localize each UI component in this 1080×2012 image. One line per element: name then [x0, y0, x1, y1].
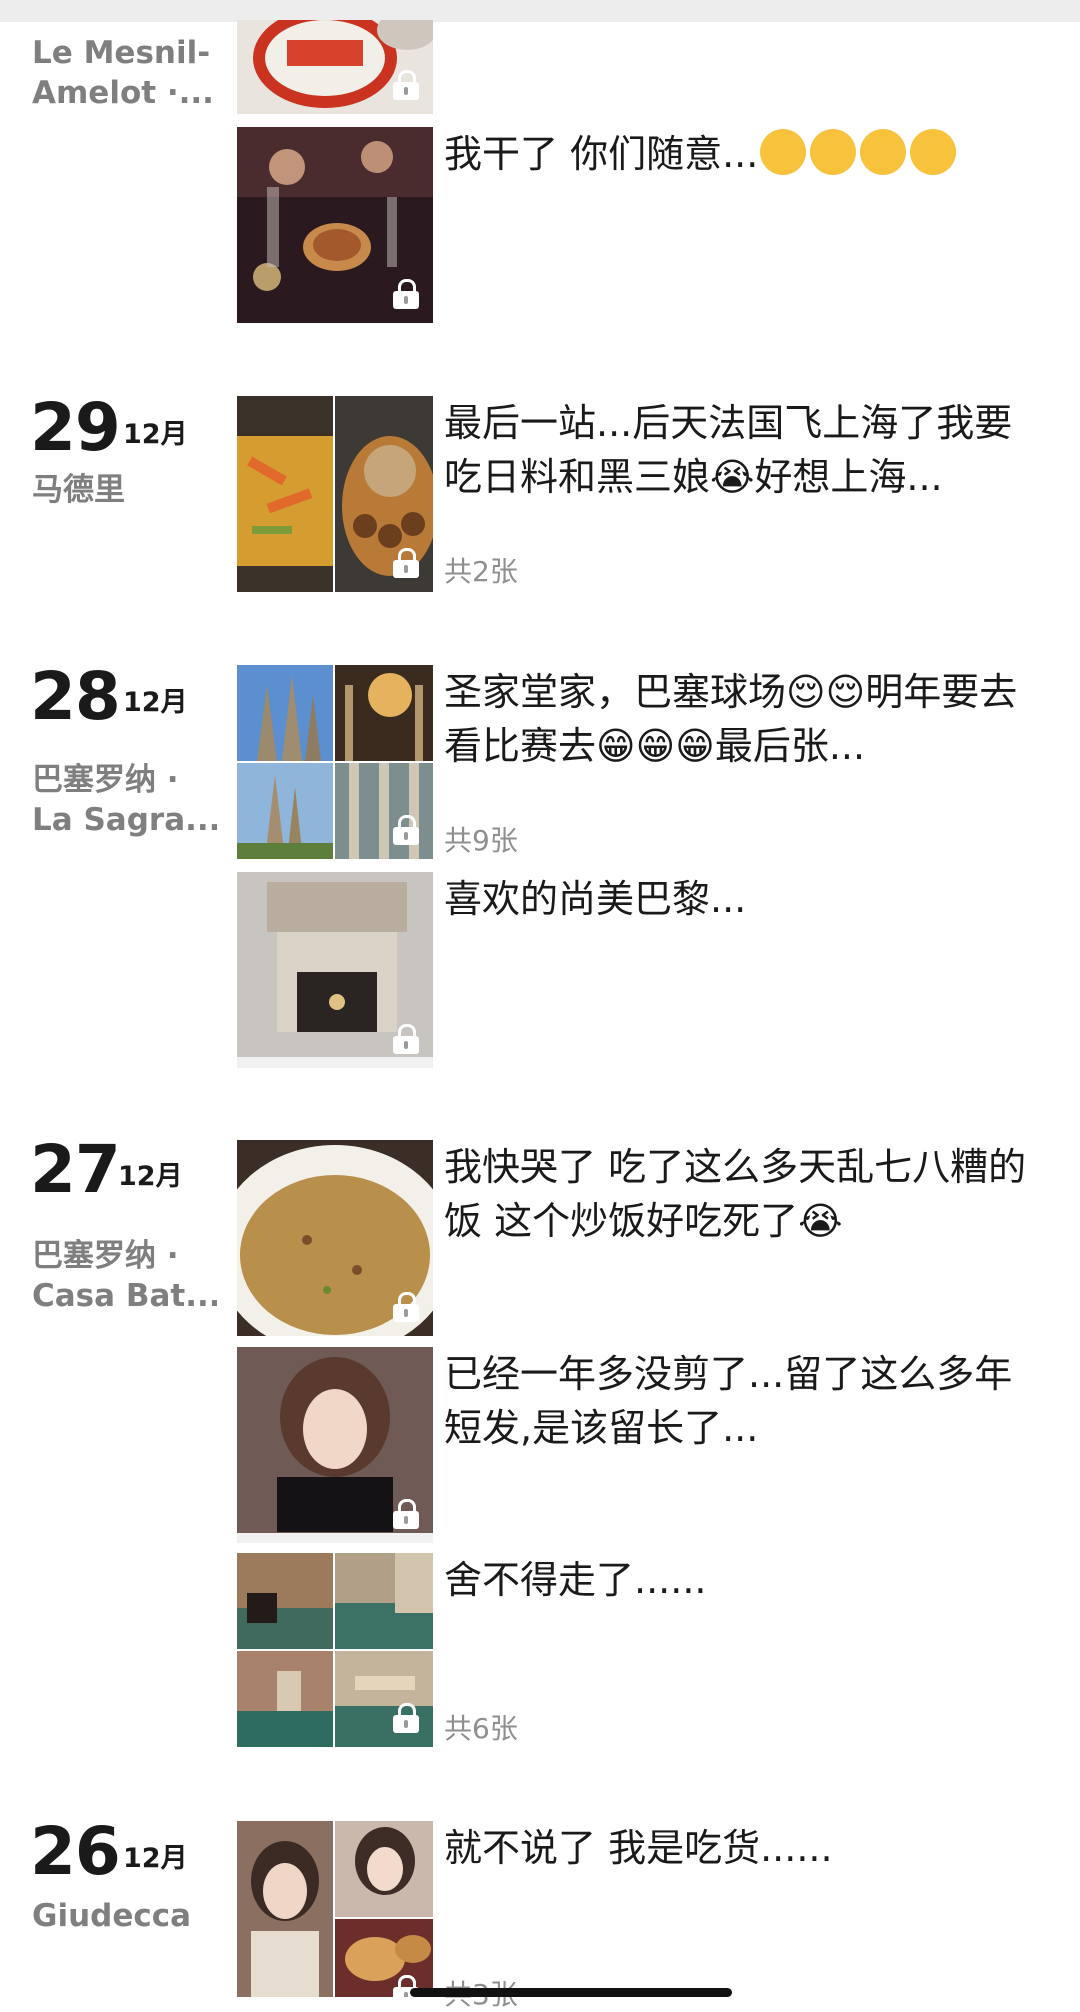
lock-icon [393, 1292, 419, 1322]
post-text[interactable]: 舍不得走了...... [444, 1553, 1044, 1607]
portrait-photo [237, 1821, 333, 1997]
entry-location: 巴塞罗纳 · La Sagra... [32, 760, 217, 840]
venice-photo [237, 1553, 333, 1649]
entry-location: Le Mesnil- Amelot ·... [32, 33, 217, 113]
photo-thumbnail[interactable] [237, 1651, 333, 1747]
lock-icon [393, 1499, 419, 1529]
entry-location: 巴塞罗纳 · Casa Bat... [32, 1236, 217, 1316]
post-text[interactable]: 我快哭了 吃了这么多天乱七八糟的饭 这个炒饭好吃死了😭 [444, 1140, 1044, 1248]
entry-month: 12月 [118, 1161, 183, 1192]
blush-emoji-icon [910, 129, 957, 175]
interior-photo [335, 665, 433, 761]
top-bar [0, 0, 1080, 22]
blush-emoji-icon [860, 129, 907, 175]
location-line-1: Le Mesnil- [32, 35, 211, 71]
lock-icon [393, 548, 419, 578]
curry-photo [237, 396, 333, 592]
post-text[interactable]: 我干了 你们随意... [444, 127, 1044, 181]
entry-month: 12月 [123, 419, 188, 450]
photo-thumbnail[interactable] [237, 763, 333, 859]
entry-day: 29 [30, 389, 121, 466]
photo-thumbnail-cup-noodles[interactable] [237, 20, 433, 114]
lock-icon [393, 1703, 419, 1733]
photo-thumbnail[interactable] [237, 872, 433, 1068]
photo-thumbnail[interactable] [335, 1919, 433, 1997]
photo-count: 共9张 [444, 824, 518, 857]
photo-thumbnail[interactable] [237, 1347, 433, 1543]
post-text[interactable]: 最后一站...后天法国飞上海了我要吃日料和黑三娘😭好想上海... [444, 396, 1044, 504]
photo-thumbnail[interactable] [335, 1821, 433, 1917]
lock-icon [393, 279, 419, 309]
location-line-2: Casa Bat... [32, 1278, 217, 1314]
lock-icon [393, 1024, 419, 1054]
lock-icon [393, 70, 419, 100]
entry-location: 马德里 [32, 472, 125, 508]
post-text[interactable]: 已经一年多没剪了...留了这么多年短发,是该留长了... [444, 1347, 1044, 1455]
lock-icon [393, 815, 419, 845]
location-line-2: Amelot ·... [32, 75, 214, 111]
photo-count: 共6张 [444, 1712, 518, 1745]
photo-thumbnail[interactable] [335, 1651, 433, 1747]
cathedral-photo [237, 665, 333, 761]
blush-emoji-icon [810, 129, 857, 175]
photo-thumbnail[interactable] [335, 665, 433, 761]
location-line-2: La Sagra... [32, 802, 217, 838]
photo-thumbnail[interactable] [237, 1553, 333, 1649]
location-line-1: 巴塞罗纳 · [32, 762, 179, 798]
photo-thumbnail[interactable] [335, 1553, 433, 1649]
photo-count: 共2张 [444, 555, 518, 588]
cathedral-photo [237, 763, 333, 859]
photo-thumbnail[interactable] [237, 127, 433, 323]
portrait-photo [335, 1821, 433, 1917]
post-text[interactable]: 就不说了 我是吃货...... [444, 1821, 1044, 1875]
photo-thumbnail[interactable] [335, 396, 433, 592]
location-line-1: 巴塞罗纳 · [32, 1238, 179, 1274]
entry-day: 26 [30, 1813, 121, 1890]
entry-location: Giudecca [32, 1898, 192, 1934]
post-text[interactable]: 圣家堂家，巴塞球场😌😌明年要去看比赛去😁😁😁最后张... [444, 665, 1044, 773]
photo-thumbnail[interactable] [237, 1140, 433, 1336]
entry-month: 12月 [123, 1843, 188, 1874]
photo-thumbnail[interactable] [237, 396, 333, 592]
entry-day: 27 [30, 1131, 121, 1208]
home-indicator [410, 1988, 732, 1997]
post-text[interactable]: 喜欢的尚美巴黎... [444, 872, 1044, 926]
entry-day: 28 [30, 658, 121, 735]
venice-photo [335, 1553, 433, 1649]
photo-thumbnail[interactable] [335, 763, 433, 859]
photo-thumbnail[interactable] [237, 1821, 333, 1997]
photo-thumbnail[interactable] [237, 665, 333, 761]
venice-photo [237, 1651, 333, 1747]
blush-emoji-icon [760, 129, 807, 175]
entry-month: 12月 [123, 687, 188, 718]
